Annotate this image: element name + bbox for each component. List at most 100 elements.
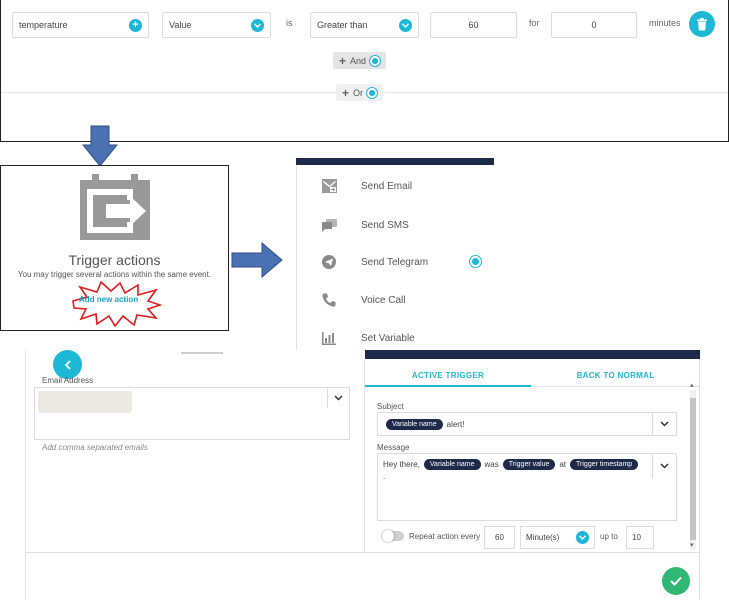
message-input[interactable]: Hey there, Variable name was Trigger val… — [377, 453, 677, 521]
duration-value: 0 — [591, 20, 597, 30]
chevron-down-icon — [399, 18, 412, 32]
minutes-label: minutes — [649, 18, 681, 28]
info-dot-icon — [370, 55, 381, 66]
actions-header-bar — [296, 158, 494, 165]
trigger-value-tag[interactable]: Trigger value — [502, 459, 556, 470]
trigger-header-bar — [365, 350, 700, 359]
repeat-value: 60 — [495, 533, 504, 542]
actions-list: Send Email Send SMS Send Telegram Voice … — [296, 165, 729, 351]
down-arrow-icon — [82, 125, 118, 167]
action-label: Set Variable — [361, 332, 415, 344]
chevron-down-icon — [660, 421, 669, 427]
action-voice-call[interactable]: Voice Call — [297, 285, 497, 315]
plus-icon: + — [342, 85, 350, 100]
chevron-down-icon — [660, 463, 669, 469]
trash-icon — [697, 17, 707, 30]
message-end: . — [383, 472, 386, 481]
telegram-badge-icon — [470, 256, 481, 267]
trigger-action-icon — [80, 174, 150, 240]
action-send-telegram[interactable]: Send Telegram — [297, 247, 497, 277]
repeat-interval-input[interactable]: 60 — [484, 526, 515, 549]
action-send-sms[interactable]: Send SMS — [297, 210, 497, 240]
value-select[interactable]: Value — [162, 12, 271, 38]
subject-label: Subject — [377, 402, 404, 411]
variable-name-tag[interactable]: Variable name — [423, 459, 481, 470]
tab-label: ACTIVE TRIGGER — [411, 370, 485, 380]
email-dropdown-toggle[interactable] — [327, 388, 349, 408]
and-label: And — [350, 55, 367, 66]
subject-dropdown-toggle[interactable] — [652, 413, 676, 435]
add-new-action-link[interactable]: Add new action — [79, 295, 138, 304]
action-label: Voice Call — [361, 294, 406, 306]
threshold-value: 60 — [468, 20, 479, 30]
upto-value: 10 — [632, 533, 641, 542]
toggle-knob — [382, 530, 394, 542]
condition-panel: temperature + Value is Greater than 60 f… — [0, 0, 729, 142]
subject-text: alert! — [446, 419, 465, 429]
right-arrow-icon — [231, 242, 283, 278]
chevron-down-icon — [251, 18, 264, 32]
sms-icon — [321, 218, 337, 232]
tab-active-trigger[interactable]: ACTIVE TRIGGER — [365, 365, 531, 387]
scroll-up-icon[interactable]: ▴ — [690, 381, 694, 389]
footer-divider — [26, 552, 699, 553]
drag-handle[interactable] — [181, 352, 223, 354]
is-label: is — [286, 18, 293, 28]
delete-condition-button[interactable] — [689, 11, 715, 37]
email-chip[interactable] — [38, 391, 132, 413]
upto-label: up to — [600, 532, 618, 541]
scroll-down-icon[interactable]: ▾ — [690, 541, 694, 549]
email-address-label: Email Address — [42, 376, 94, 385]
message-prefix: Hey there, — [383, 460, 420, 469]
bar-chart-icon — [322, 331, 336, 345]
plus-icon: + — [339, 53, 347, 68]
back-button[interactable] — [53, 350, 82, 379]
variable-select[interactable]: temperature + — [12, 12, 149, 38]
message-was: was — [484, 460, 499, 469]
tab-label: BACK TO NORMAL — [576, 371, 655, 380]
email-icon — [321, 179, 337, 193]
subject-input[interactable]: Variable name alert! — [377, 412, 677, 436]
chevron-left-icon — [64, 359, 71, 370]
tab-back-to-normal[interactable]: BACK TO NORMAL — [531, 365, 700, 387]
variable-name-tag[interactable]: Variable name — [386, 418, 443, 430]
variable-select-value: temperature — [19, 20, 68, 30]
value-select-value: Value — [169, 20, 192, 30]
email-address-input[interactable] — [34, 387, 350, 440]
repeat-unit-select[interactable]: Minute(s) — [520, 526, 595, 549]
or-button[interactable]: + Or — [336, 84, 384, 101]
trigger-actions-subtitle: You may trigger several actions within t… — [17, 270, 212, 279]
chevron-down-icon — [334, 395, 343, 401]
duration-input[interactable]: 0 — [551, 12, 637, 38]
repeat-label: Repeat action every — [409, 532, 481, 541]
for-label: for — [529, 18, 540, 28]
upto-input[interactable]: 10 — [626, 526, 654, 549]
info-dot-icon — [367, 87, 378, 98]
or-label: Or — [353, 87, 364, 98]
trigger-timestamp-tag[interactable]: Trigger timestamp — [570, 459, 639, 470]
repeat-toggle[interactable] — [382, 530, 404, 542]
highlight-starburst — [72, 281, 162, 327]
email-hint: Add comma separated emails — [42, 443, 148, 452]
telegram-icon — [322, 255, 336, 269]
action-label: Send Email — [361, 180, 413, 192]
trigger-actions-title: Trigger actions — [68, 252, 161, 268]
message-label: Message — [377, 443, 410, 452]
operator-select[interactable]: Greater than — [310, 12, 419, 38]
threshold-input[interactable]: 60 — [430, 12, 517, 38]
message-at: at — [559, 460, 567, 469]
checkmark-icon — [670, 576, 682, 586]
message-line: Hey there, Variable name was Trigger val… — [383, 459, 639, 470]
message-dropdown-toggle[interactable] — [652, 454, 676, 478]
action-send-email[interactable]: Send Email — [297, 171, 497, 201]
chevron-down-icon — [576, 531, 589, 544]
scrollbar-track[interactable] — [690, 390, 696, 550]
action-label: Send SMS — [361, 219, 409, 231]
and-button[interactable]: + And — [333, 52, 387, 69]
confirm-button[interactable] — [662, 567, 690, 595]
phone-icon — [322, 293, 336, 307]
action-label: Send Telegram — [361, 256, 429, 268]
scrollbar-thumb[interactable] — [690, 398, 696, 540]
plus-circle-icon[interactable]: + — [129, 18, 142, 32]
action-set-variable[interactable]: Set Variable — [297, 323, 497, 353]
